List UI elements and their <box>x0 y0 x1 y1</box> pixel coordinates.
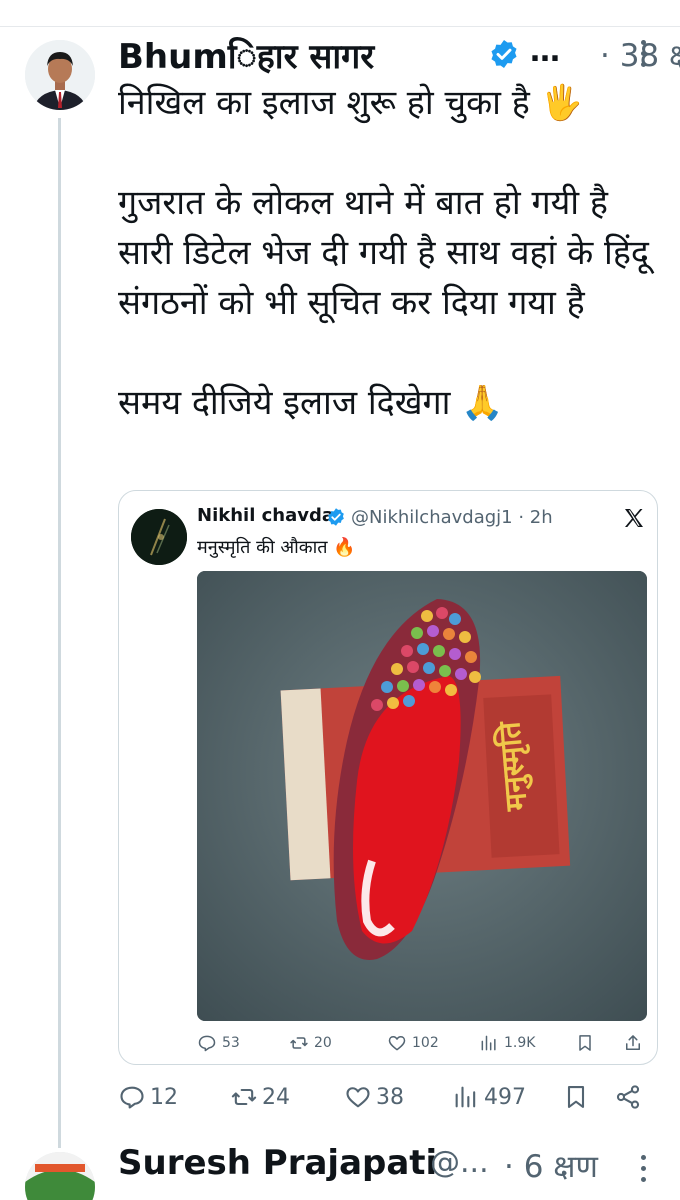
quoted-like-count: 102 <box>412 1035 439 1051</box>
quoted-tweet-text: मनुस्मृति की औकात 🔥 <box>197 537 356 558</box>
views-icon <box>455 1086 476 1108</box>
reply-icon <box>120 1086 144 1109</box>
avatar-image <box>25 40 95 110</box>
quoted-reply-count: 53 <box>222 1035 240 1051</box>
bookmark-icon <box>567 1086 585 1108</box>
quoted-reply-button[interactable]: 53 <box>197 1033 240 1053</box>
quoted-tweet-card[interactable]: Nikhil chavda @Nikhilchavdagj1 · 2h मनुस… <box>118 490 658 1065</box>
next-more-icon[interactable] <box>637 1155 649 1195</box>
view-count: 497 <box>484 1084 526 1110</box>
tweet-text: निखिल का इलाज शुरू हो चुका है 🖐 गुजरात क… <box>118 83 649 423</box>
views-button[interactable]: 497 <box>452 1083 526 1111</box>
quoted-retweet-button[interactable]: 20 <box>289 1033 332 1053</box>
reply-icon <box>198 1035 216 1052</box>
quoted-like-button[interactable]: 102 <box>387 1033 439 1053</box>
quoted-view-count: 1.9K <box>504 1035 536 1051</box>
reply-count: 12 <box>150 1084 178 1110</box>
next-author-avatar[interactable] <box>25 1152 95 1200</box>
reply-button[interactable]: 12 <box>118 1083 178 1111</box>
quoted-actions-bar: 53 20 102 1.9K <box>197 1031 647 1059</box>
retweet-icon <box>290 1037 308 1049</box>
like-button[interactable]: 38 <box>344 1083 404 1111</box>
retweet-count: 24 <box>262 1084 290 1110</box>
quoted-tweet-image[interactable]: मनुस्मृति <box>197 571 647 1021</box>
next-author-handle[interactable]: @... <box>430 1145 489 1180</box>
next-avatar-image <box>25 1152 95 1200</box>
quoted-bookmark-button[interactable] <box>575 1033 595 1053</box>
quoted-retweet-count: 20 <box>314 1035 332 1051</box>
bookmark-icon <box>579 1035 591 1051</box>
quoted-avatar-image <box>131 509 187 565</box>
tweet-header: Bhumिहार सागर … · 38 क्षण <box>118 30 680 78</box>
bookmark-button[interactable] <box>562 1083 590 1111</box>
views-icon <box>481 1035 496 1051</box>
share-icon <box>626 1035 640 1050</box>
next-tweet-time[interactable]: · 6 क्षण <box>504 1145 598 1187</box>
thread-line <box>58 118 61 1148</box>
like-icon <box>346 1087 370 1108</box>
quoted-author-name[interactable]: Nikhil chavda <box>197 505 334 526</box>
quoted-author-handle[interactable]: @Nikhilchavdagj1 · 2h <box>351 507 553 528</box>
quoted-views-button[interactable]: 1.9K <box>479 1033 535 1053</box>
tweet-actions-bar: 12 24 38 497 <box>118 1083 658 1123</box>
author-avatar[interactable] <box>25 40 95 110</box>
shoe-on-book-photo: मनुस्मृति <box>197 571 647 1021</box>
quoted-verified-badge-icon <box>328 508 344 526</box>
top-divider <box>0 26 680 27</box>
quoted-author-avatar[interactable] <box>131 509 187 565</box>
more-icon[interactable] <box>637 40 649 70</box>
share-icon <box>616 1085 640 1109</box>
next-author-name[interactable]: Suresh Prajapati <box>118 1143 437 1183</box>
retweet-button[interactable]: 24 <box>230 1083 290 1111</box>
like-icon <box>388 1036 406 1051</box>
author-name[interactable]: Bhumिहार सागर <box>118 32 374 78</box>
retweet-icon <box>231 1088 257 1106</box>
quoted-share-button[interactable] <box>623 1033 643 1053</box>
verified-badge-icon <box>491 40 517 68</box>
like-count: 38 <box>376 1084 404 1110</box>
x-logo-icon <box>625 509 643 527</box>
name-truncation: … <box>530 34 560 69</box>
share-button[interactable] <box>614 1083 642 1111</box>
